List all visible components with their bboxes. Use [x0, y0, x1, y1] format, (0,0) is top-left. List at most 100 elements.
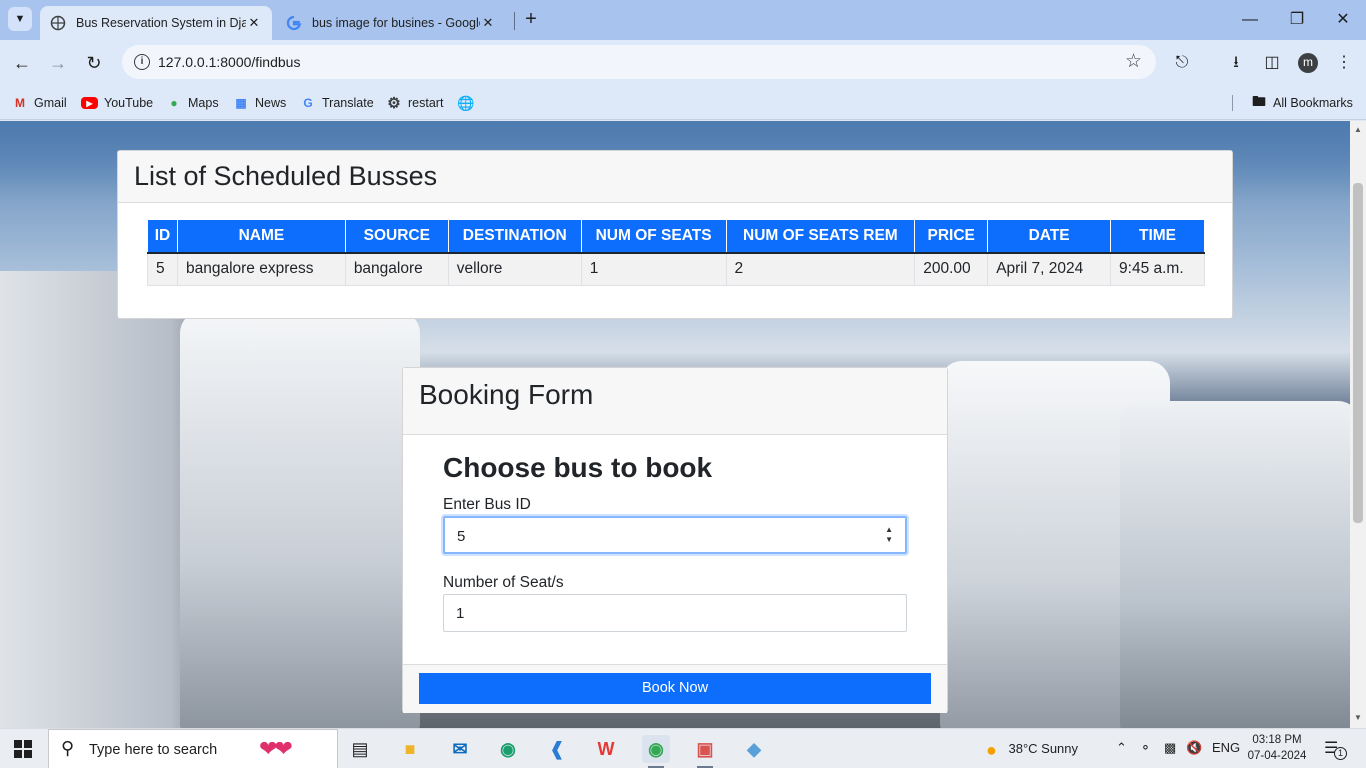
tab-bus-reservation[interactable]: Bus Reservation System in Djan ✕ — [40, 6, 272, 40]
side-panel-icon[interactable]: ◫ — [1260, 51, 1284, 75]
cell-destination: vellore — [447, 252, 582, 286]
cell-time: 9:45 a.m. — [1110, 252, 1205, 286]
download-icon[interactable]: ⭳ — [1224, 51, 1248, 75]
background-bus-image — [180, 311, 420, 728]
search-icon: ⚲ — [61, 738, 75, 758]
input-language[interactable]: ENG — [1212, 740, 1240, 755]
tab-google-search[interactable]: bus image for busines - Google ✕ — [276, 6, 506, 40]
scroll-down-arrow-icon[interactable]: ▼ — [1354, 713, 1362, 722]
book-now-button[interactable]: Book Now — [419, 673, 931, 704]
battery-icon[interactable]: ▩ — [1164, 740, 1176, 756]
browser-toolbar: ← → ↻ i 127.0.0.1:8000/findbus ☆ ⎋ ⭳ ◫ m… — [0, 40, 1366, 86]
column-header: NAME — [176, 219, 346, 254]
presentation-icon[interactable]: ▣ — [691, 735, 719, 768]
bus-id-input[interactable]: 5 ▲ ▼ — [443, 516, 907, 554]
forward-button[interactable]: → — [46, 51, 70, 75]
column-header: TIME — [1110, 219, 1205, 254]
notification-icon[interactable]: ☰ 1 — [1324, 738, 1347, 760]
task-view-icon[interactable]: ▤ — [346, 735, 374, 763]
gear-icon: ⚙ — [387, 95, 401, 112]
seats-label: Number of Seat/s — [443, 574, 564, 591]
bookmark-star-icon[interactable]: ☆ — [1125, 50, 1142, 73]
taskbar-clock[interactable]: 03:18 PM 07-04-2024 — [1242, 732, 1312, 764]
mail-icon[interactable]: ✉ — [446, 735, 474, 763]
schedule-title: List of Scheduled Busses — [134, 161, 438, 191]
column-header: ID — [147, 219, 178, 254]
clock-date: 07-04-2024 — [1247, 750, 1307, 762]
gmail-icon: M — [15, 96, 25, 110]
maps-icon: ● — [170, 96, 178, 110]
chevron-down-icon: ▼ — [14, 13, 26, 25]
booking-form-card: Booking Form Choose bus to book Enter Bu… — [402, 367, 948, 713]
bookmark-maps[interactable]: ● Maps — [166, 93, 219, 113]
bookmark-gmail[interactable]: M Gmail — [12, 93, 67, 113]
news-icon: ▦ — [235, 96, 247, 110]
background-bus-image — [1120, 401, 1350, 728]
cell-name: bangalore express — [176, 252, 346, 286]
vscode-icon[interactable]: ❰ — [543, 735, 571, 763]
tab-title: Bus Reservation System in Djan — [76, 16, 246, 30]
table-row: 5 bangalore express bangalore vellore 1 … — [147, 252, 1205, 286]
all-bookmarks-label: All Bookmarks — [1273, 96, 1353, 110]
tab-title: bus image for busines - Google — [312, 16, 480, 30]
url-text[interactable]: 127.0.0.1:8000/findbus — [158, 54, 300, 70]
cell-source: bangalore — [344, 252, 449, 286]
address-bar[interactable]: i 127.0.0.1:8000/findbus ☆ — [122, 45, 1156, 79]
column-header: DESTINATION — [447, 219, 582, 254]
bookmark-globe[interactable]: 🌐 — [457, 93, 480, 113]
booking-subtitle: Choose bus to book — [443, 452, 713, 483]
profile-avatar[interactable]: m — [1298, 53, 1318, 73]
volume-muted-icon[interactable]: 🔇 — [1186, 740, 1202, 756]
bookmark-restart[interactable]: ⚙ restart — [386, 93, 443, 113]
taskbar-search-box[interactable]: ⚲ Type here to search ❤❤ — [48, 729, 338, 768]
new-tab-button[interactable]: + — [520, 8, 542, 30]
bookmark-label: Maps — [188, 96, 219, 110]
file-explorer-icon[interactable]: ■ — [396, 735, 424, 763]
bookmark-label: YouTube — [104, 96, 154, 110]
bookmark-translate[interactable]: G Translate — [300, 93, 374, 113]
reload-button[interactable]: ↻ — [82, 51, 106, 75]
close-icon[interactable]: ✕ — [480, 15, 496, 31]
windows-taskbar: ⚲ Type here to search ❤❤ ▤ ■ ✉ ◉ ❰ W ◉ ▣… — [0, 728, 1366, 768]
weather-text: 38°C Sunny — [1008, 741, 1079, 756]
windows-start-icon[interactable] — [14, 740, 32, 758]
sun-icon: ● — [986, 740, 997, 760]
minimize-button[interactable]: — — [1238, 8, 1262, 32]
card-header: List of Scheduled Busses — [118, 151, 1232, 203]
tab-search-button[interactable]: ▼ — [8, 7, 32, 31]
weather-widget[interactable]: ● 38°C Sunny — [986, 740, 1078, 761]
site-info-icon[interactable]: i — [134, 54, 150, 70]
bookmark-label: Gmail — [34, 96, 67, 110]
booking-title: Booking Form — [419, 379, 594, 410]
close-window-button[interactable]: ✕ — [1331, 8, 1355, 32]
app-icon[interactable]: ◆ — [740, 735, 768, 763]
column-header: DATE — [987, 219, 1112, 254]
bookmark-label: restart — [408, 96, 444, 110]
number-spinner[interactable]: ▲ ▼ — [885, 525, 893, 545]
taskbar-search-placeholder: Type here to search — [89, 742, 218, 758]
youtube-icon: ▶ — [81, 97, 98, 109]
all-bookmarks-button[interactable]: 🖿 All Bookmarks — [1251, 93, 1353, 113]
close-icon[interactable]: ✕ — [246, 15, 262, 31]
back-button[interactable]: ← — [10, 51, 34, 75]
edge-browser-icon[interactable]: ◉ — [494, 735, 522, 763]
globe-icon: 🌐 — [457, 94, 475, 111]
restore-button[interactable]: ❐ — [1285, 8, 1309, 32]
bus-id-label: Enter Bus ID — [443, 496, 531, 513]
more-menu-icon[interactable]: ⋮ — [1332, 51, 1356, 75]
bookmark-news[interactable]: ▦ News — [233, 93, 286, 113]
network-icon[interactable]: ⚬ — [1140, 740, 1151, 756]
seats-input[interactable]: 1 — [443, 594, 907, 632]
bookmark-youtube[interactable]: ▶ YouTube — [81, 93, 153, 113]
scroll-up-arrow-icon[interactable]: ▲ — [1354, 125, 1362, 134]
wps-office-icon[interactable]: W — [592, 735, 620, 763]
show-hidden-icons-chevron-icon[interactable]: ⌃ — [1116, 740, 1127, 756]
bookmark-label: Translate — [322, 96, 374, 110]
cell-price: 200.00 — [914, 252, 989, 286]
extensions-icon[interactable]: ⎋ — [1170, 51, 1194, 75]
page-scrollbar[interactable]: ▲ ▼ — [1350, 121, 1366, 728]
scrollbar-thumb[interactable] — [1353, 183, 1363, 523]
column-header: SOURCE — [344, 219, 449, 254]
notification-count: 1 — [1334, 747, 1347, 760]
chrome-icon[interactable]: ◉ — [642, 735, 670, 768]
